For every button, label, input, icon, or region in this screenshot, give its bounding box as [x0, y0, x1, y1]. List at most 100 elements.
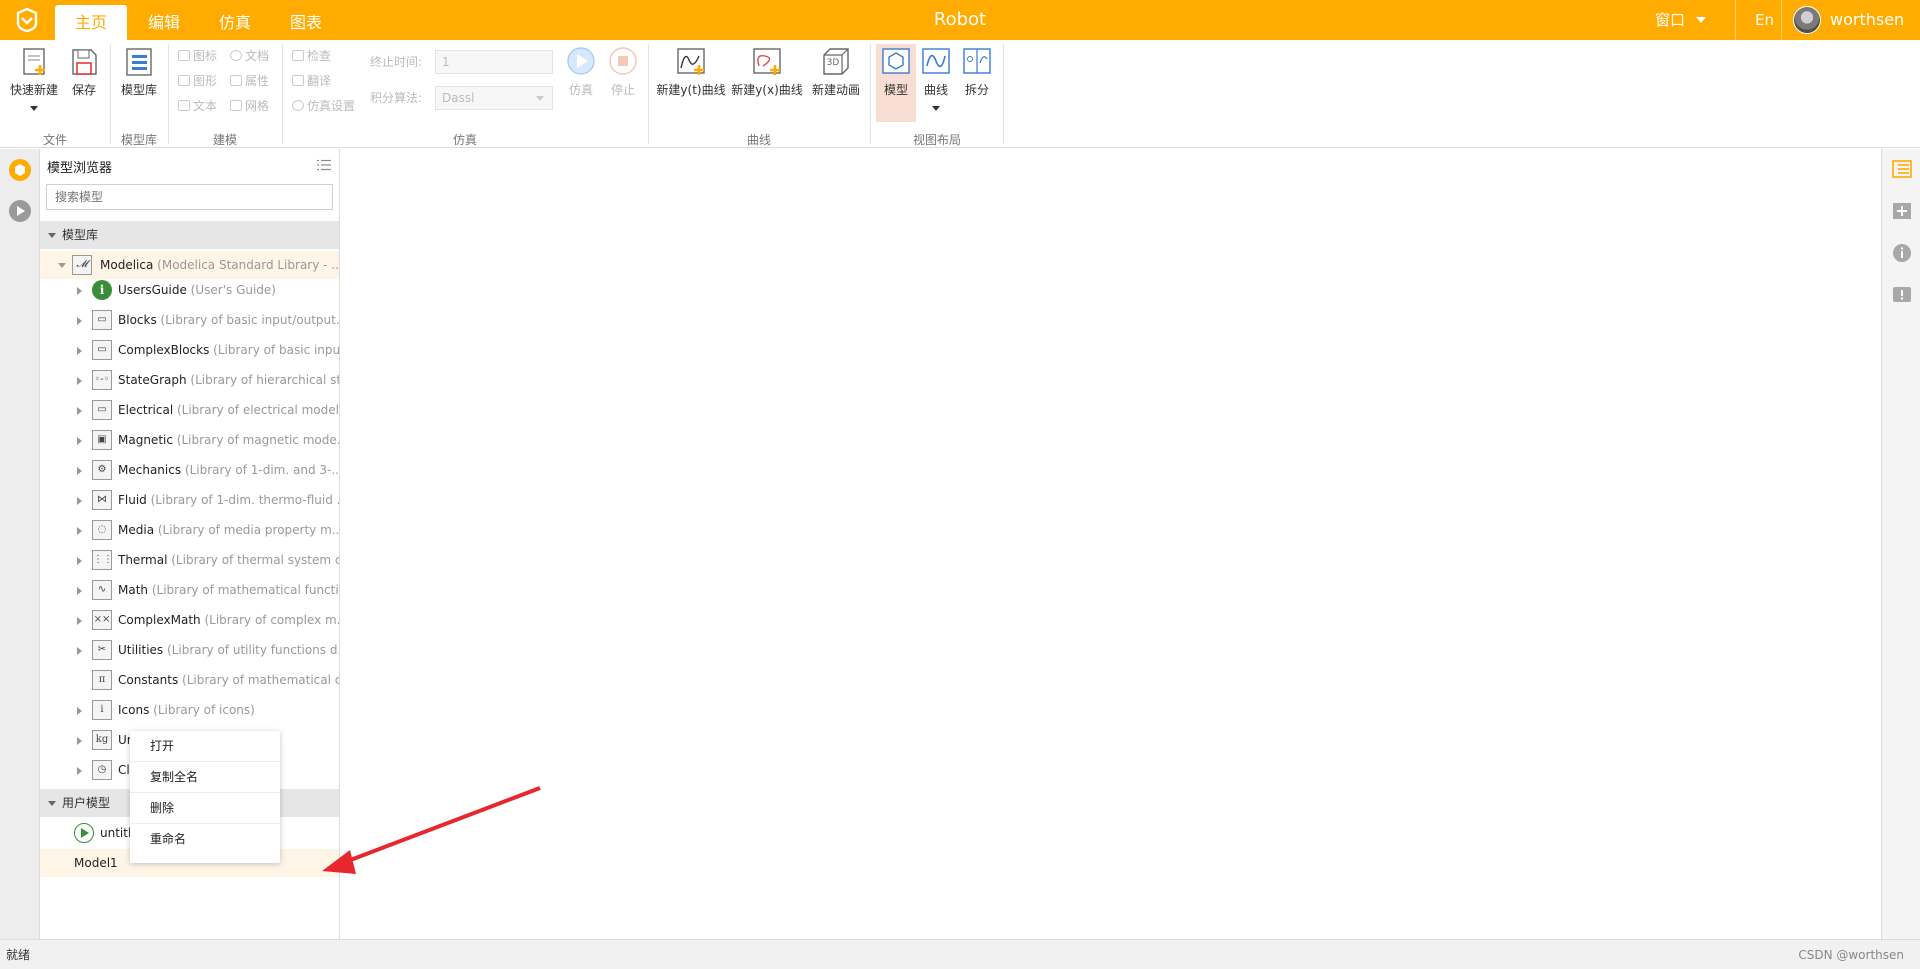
tree-item-complexblocks[interactable]: ▭ ComplexBlocks (Library of basic inpu... — [40, 336, 339, 364]
tree-item-fluid[interactable]: ⋈ Fluid (Library of 1-dim. thermo-fluid .… — [40, 486, 339, 514]
warning-icon[interactable] — [1892, 285, 1912, 305]
context-copy-full-name[interactable]: 复制全名 — [130, 762, 280, 793]
tree-item-desc: (Library of basic input/output... — [160, 313, 339, 327]
expand-toggle-icon[interactable] — [77, 497, 82, 505]
tree-item-math[interactable]: ∿ Math (Library of mathematical functi... — [40, 576, 339, 604]
new-yx-curve-button[interactable]: 新建y(x)曲线 — [731, 46, 803, 98]
expand-toggle-icon[interactable] — [77, 737, 82, 745]
expand-toggle-icon[interactable] — [77, 437, 82, 445]
tree-item-modelica[interactable]: 𝓜 Modelica (Modelica Standard Library - … — [40, 251, 339, 279]
expand-toggle-icon[interactable] — [77, 557, 82, 565]
new-yt-curve-button[interactable]: 新建y(t)曲线 — [656, 46, 726, 98]
tab-home[interactable]: 主页 — [55, 5, 127, 40]
tree-item-complexmath[interactable]: ×× ComplexMath (Library of complex m... — [40, 606, 339, 634]
expand-toggle-icon[interactable] — [58, 263, 66, 268]
quick-new-button[interactable]: 快速新建 — [8, 46, 60, 114]
properties-button[interactable]: 属性 — [230, 72, 269, 90]
doc-view-button[interactable]: 文档 — [230, 47, 269, 65]
expand-toggle-icon[interactable] — [77, 407, 82, 415]
context-rename[interactable]: 重命名 — [130, 824, 280, 855]
stop-time-input[interactable]: 1 — [435, 50, 553, 74]
layout-model-button[interactable]: 模型 — [876, 44, 916, 122]
expand-toggle-icon[interactable] — [77, 287, 82, 295]
check-icon — [292, 50, 304, 61]
layout-curve-button[interactable]: 曲线 — [918, 46, 954, 114]
language-switch[interactable]: En — [1755, 0, 1774, 40]
search-input[interactable] — [46, 184, 333, 210]
tree-item-desc: (Library of electrical model... — [176, 403, 339, 417]
model-browser-icon[interactable] — [9, 159, 31, 181]
expand-toggle-icon[interactable] — [77, 317, 82, 325]
avatar[interactable] — [1793, 6, 1821, 34]
component-icon[interactable] — [1892, 201, 1912, 221]
play-icon[interactable] — [9, 200, 31, 222]
tab-edit[interactable]: 编辑 — [135, 5, 193, 40]
tree-item-mechanics[interactable]: ⚙ Mechanics (Library of 1-dim. and 3-... — [40, 456, 339, 484]
tree-item-icons[interactable]: i Icons (Library of icons) — [40, 696, 339, 724]
tree-item-blocks[interactable]: ▭ Blocks (Library of basic input/output..… — [40, 306, 339, 334]
stop-button[interactable]: 停止 — [602, 46, 644, 98]
divider — [648, 44, 649, 144]
tree-item-thermal[interactable]: ⋮⋮ Thermal (Library of thermal system c..… — [40, 546, 339, 574]
layout-split-button[interactable]: 拆分 — [958, 46, 996, 98]
section-model-library[interactable]: 模型库 — [40, 221, 339, 249]
group-label-modeling: 建模 — [212, 133, 237, 147]
sim-settings-button[interactable]: 仿真设置 — [292, 97, 355, 115]
context-delete[interactable]: 删除 — [130, 793, 280, 824]
expand-toggle-icon[interactable] — [77, 587, 82, 595]
tree-item-name: StateGraph — [118, 373, 187, 387]
expand-toggle-icon[interactable] — [77, 347, 82, 355]
simulate-button[interactable]: 仿真 — [560, 46, 602, 98]
tab-simulation[interactable]: 仿真 — [206, 5, 264, 40]
expand-toggle-icon[interactable] — [77, 617, 82, 625]
expand-toggle-icon[interactable] — [77, 467, 82, 475]
doc-view-label: 文档 — [245, 49, 270, 63]
expand-toggle-icon[interactable] — [77, 647, 82, 655]
list-menu-icon[interactable] — [317, 159, 331, 171]
expand-toggle-icon[interactable] — [77, 707, 82, 715]
library-icon — [123, 46, 155, 78]
solver-select[interactable]: Dassl — [435, 86, 553, 110]
expand-toggle-icon[interactable] — [77, 377, 82, 385]
check-button[interactable]: 检查 — [292, 47, 331, 65]
tree-item-stategraph[interactable]: ◦-◦ StateGraph (Library of hierarchical s… — [40, 366, 339, 394]
main-canvas[interactable] — [341, 149, 1881, 939]
tree-item-usersguide[interactable]: i UsersGuide (User's Guide) — [40, 276, 339, 304]
stop-icon — [607, 46, 639, 78]
model-library-button[interactable]: 模型库 — [114, 46, 164, 98]
text-view-button[interactable]: 文本 — [178, 97, 217, 115]
new-animation-button[interactable]: 3D 新建动画 — [808, 46, 864, 98]
status-bar: 就绪 CSDN @worthsen — [0, 939, 1920, 969]
expand-toggle-icon[interactable] — [77, 527, 82, 535]
tree-item-media[interactable]: ◌ Media (Library of media property m... — [40, 516, 339, 544]
expand-toggle-icon[interactable] — [77, 767, 82, 775]
window-menu[interactable]: 窗口 — [1655, 0, 1706, 40]
tab-charts[interactable]: 图表 — [277, 5, 335, 40]
properties-label: 属性 — [245, 74, 270, 88]
app-logo-icon — [10, 6, 44, 34]
list-view-icon[interactable] — [1892, 159, 1912, 179]
translate-button[interactable]: 翻译 — [292, 72, 331, 90]
model-layout-icon — [880, 46, 912, 78]
diagram-view-button[interactable]: 图形 — [178, 72, 217, 90]
yx-curve-icon — [751, 46, 783, 78]
save-button[interactable]: 保存 — [62, 46, 106, 98]
tree-item-name: Model1 — [74, 856, 118, 870]
simulate-label: 仿真 — [568, 83, 593, 97]
tree-item-constants[interactable]: π Constants (Library of mathematical c... — [40, 666, 339, 694]
context-open[interactable]: 打开 — [130, 731, 280, 762]
username[interactable]: worthsen — [1830, 0, 1904, 40]
tree-item-name: Thermal — [118, 553, 168, 567]
divider — [870, 44, 871, 144]
stop-time-label: 终止时间: — [370, 55, 423, 69]
tree-item-magnetic[interactable]: ▣ Magnetic (Library of magnetic mode... — [40, 426, 339, 454]
tree-item-name: ComplexMath — [118, 613, 201, 627]
tree-item-utilities[interactable]: ✂ Utilities (Library of utility functions… — [40, 636, 339, 664]
icon-view-button[interactable]: 图标 — [178, 47, 217, 65]
info-icon[interactable] — [1892, 243, 1912, 263]
diagram-view-icon — [178, 75, 190, 86]
section-label: 模型库 — [62, 228, 99, 242]
tree-item-name: Constants — [118, 673, 179, 687]
grid-button[interactable]: 网格 — [230, 97, 269, 115]
tree-item-electrical[interactable]: ▭ Electrical (Library of electrical model… — [40, 396, 339, 424]
